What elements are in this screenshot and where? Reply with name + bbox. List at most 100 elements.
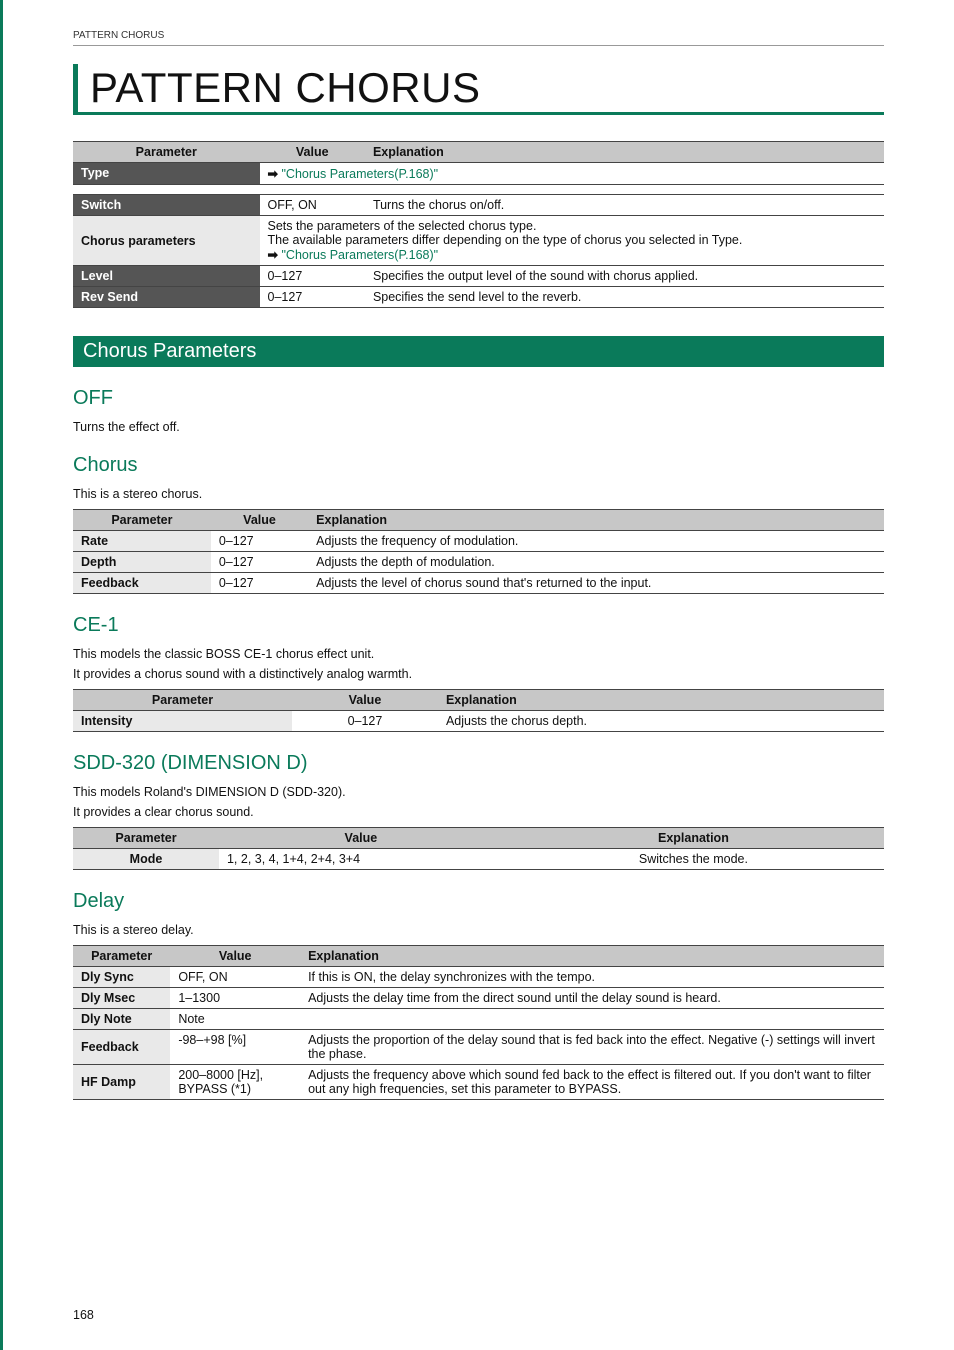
col-explanation: Explanation: [365, 142, 884, 163]
col-parameter: Parameter: [73, 142, 260, 163]
param-dly-msec: Dly Msec: [73, 988, 170, 1009]
col-explanation: Explanation: [308, 510, 884, 531]
rev-send-value: 0–127: [260, 287, 365, 308]
arrow-icon: ➡: [268, 248, 278, 262]
delay-table: Parameter Value Explanation Dly Sync OFF…: [73, 945, 884, 1100]
table-row: Level 0–127 Specifies the output level o…: [73, 266, 884, 287]
level-explanation: Specifies the output level of the sound …: [365, 266, 884, 287]
cp-line-1: Sets the parameters of the selected chor…: [268, 219, 876, 233]
table-row: Intensity 0–127 Adjusts the chorus depth…: [73, 711, 884, 732]
delay-text: This is a stereo delay.: [73, 923, 884, 937]
param-rate: Rate: [73, 531, 211, 552]
mode-value: 1, 2, 3, 4, 1+4, 2+4, 3+4: [219, 849, 503, 870]
table-row: Rate 0–127 Adjusts the frequency of modu…: [73, 531, 884, 552]
chorus-heading: Chorus: [73, 454, 884, 477]
col-parameter: Parameter: [73, 690, 292, 711]
ce1-text-2: It provides a chorus sound with a distin…: [73, 667, 884, 681]
chorus-text: This is a stereo chorus.: [73, 487, 884, 501]
off-heading: OFF: [73, 387, 884, 410]
table-row: Rev Send 0–127 Specifies the send level …: [73, 287, 884, 308]
sdd-table: Parameter Value Explanation Mode 1, 2, 3…: [73, 827, 884, 870]
mode-explanation: Switches the mode.: [503, 849, 884, 870]
rate-value: 0–127: [211, 531, 308, 552]
off-text: Turns the effect off.: [73, 420, 884, 434]
breadcrumb: PATTERN CHORUS: [73, 30, 884, 46]
col-explanation: Explanation: [503, 828, 884, 849]
param-depth: Depth: [73, 552, 211, 573]
table-row: Dly Note Note: [73, 1009, 884, 1030]
param-rev-send: Rev Send: [73, 287, 260, 308]
hf-damp-value: 200–8000 [Hz], BYPASS (*1): [170, 1065, 300, 1100]
chorus-parameters-heading: Chorus Parameters: [73, 336, 884, 367]
dly-msec-value: 1–1300: [170, 988, 300, 1009]
intensity-explanation: Adjusts the chorus depth.: [438, 711, 884, 732]
chorus-params-link[interactable]: "Chorus Parameters(P.168)": [281, 248, 438, 262]
level-value: 0–127: [260, 266, 365, 287]
page-number: 168: [73, 1308, 94, 1322]
dly-note-value: Note: [170, 1009, 300, 1030]
param-intensity: Intensity: [73, 711, 292, 732]
col-explanation: Explanation: [300, 946, 884, 967]
param-type: Type: [73, 163, 260, 185]
switch-explanation: Turns the chorus on/off.: [365, 195, 884, 216]
dly-note-explanation: [300, 1009, 884, 1030]
chorus-parameters-explanation: Sets the parameters of the selected chor…: [260, 216, 884, 266]
table-row: Mode 1, 2, 3, 4, 1+4, 2+4, 3+4 Switches …: [73, 849, 884, 870]
dly-msec-explanation: Adjusts the delay time from the direct s…: [300, 988, 884, 1009]
depth-value: 0–127: [211, 552, 308, 573]
param-level: Level: [73, 266, 260, 287]
chorus-table: Parameter Value Explanation Rate 0–127 A…: [73, 509, 884, 594]
table-row: Dly Msec 1–1300 Adjusts the delay time f…: [73, 988, 884, 1009]
feedback-explanation: Adjusts the level of chorus sound that's…: [308, 573, 884, 594]
chorus-params-link[interactable]: "Chorus Parameters(P.168)": [281, 167, 438, 181]
rev-send-explanation: Specifies the send level to the reverb.: [365, 287, 884, 308]
page-title: PATTERN CHORUS: [73, 64, 884, 115]
param-hf-damp: HF Damp: [73, 1065, 170, 1100]
dly-sync-explanation: If this is ON, the delay synchronizes wi…: [300, 967, 884, 988]
col-value: Value: [219, 828, 503, 849]
table-row: Chorus parameters Sets the parameters of…: [73, 216, 884, 266]
ce1-table: Parameter Value Explanation Intensity 0–…: [73, 689, 884, 732]
intensity-value: 0–127: [292, 711, 438, 732]
col-value: Value: [170, 946, 300, 967]
table-row: Dly Sync OFF, ON If this is ON, the dela…: [73, 967, 884, 988]
param-mode: Mode: [73, 849, 219, 870]
col-parameter: Parameter: [73, 946, 170, 967]
col-parameter: Parameter: [73, 510, 211, 531]
param-dly-sync: Dly Sync: [73, 967, 170, 988]
hf-damp-explanation: Adjusts the frequency above which sound …: [300, 1065, 884, 1100]
dly-sync-value: OFF, ON: [170, 967, 300, 988]
ce1-heading: CE-1: [73, 614, 884, 637]
param-switch: Switch: [73, 195, 260, 216]
main-param-table: Parameter Value Explanation Type ➡ "Chor…: [73, 141, 884, 308]
switch-value: OFF, ON: [260, 195, 365, 216]
feedback-value: 0–127: [211, 573, 308, 594]
sdd-text-2: It provides a clear chorus sound.: [73, 805, 884, 819]
col-value: Value: [260, 142, 365, 163]
col-value: Value: [211, 510, 308, 531]
arrow-icon: ➡: [268, 167, 278, 181]
col-explanation: Explanation: [438, 690, 884, 711]
col-value: Value: [292, 690, 438, 711]
param-feedback: Feedback: [73, 573, 211, 594]
table-row: Type ➡ "Chorus Parameters(P.168)": [73, 163, 884, 185]
col-parameter: Parameter: [73, 828, 219, 849]
ce1-text-1: This models the classic BOSS CE-1 chorus…: [73, 647, 884, 661]
type-explanation: ➡ "Chorus Parameters(P.168)": [260, 163, 884, 185]
param-dly-note: Dly Note: [73, 1009, 170, 1030]
table-row: HF Damp 200–8000 [Hz], BYPASS (*1) Adjus…: [73, 1065, 884, 1100]
delay-feedback-explanation: Adjusts the proportion of the delay soun…: [300, 1030, 884, 1065]
depth-explanation: Adjusts the depth of modulation.: [308, 552, 884, 573]
cp-line-2: The available parameters differ dependin…: [268, 233, 876, 247]
table-row: Depth 0–127 Adjusts the depth of modulat…: [73, 552, 884, 573]
delay-feedback-value: -98–+98 [%]: [170, 1030, 300, 1065]
table-row: Feedback -98–+98 [%] Adjusts the proport…: [73, 1030, 884, 1065]
table-row: Switch OFF, ON Turns the chorus on/off.: [73, 195, 884, 216]
delay-heading: Delay: [73, 890, 884, 913]
param-chorus-parameters: Chorus parameters: [73, 216, 260, 266]
param-delay-feedback: Feedback: [73, 1030, 170, 1065]
table-row: Feedback 0–127 Adjusts the level of chor…: [73, 573, 884, 594]
rate-explanation: Adjusts the frequency of modulation.: [308, 531, 884, 552]
sdd-text-1: This models Roland's DIMENSION D (SDD-32…: [73, 785, 884, 799]
sdd-heading: SDD-320 (DIMENSION D): [73, 752, 884, 775]
